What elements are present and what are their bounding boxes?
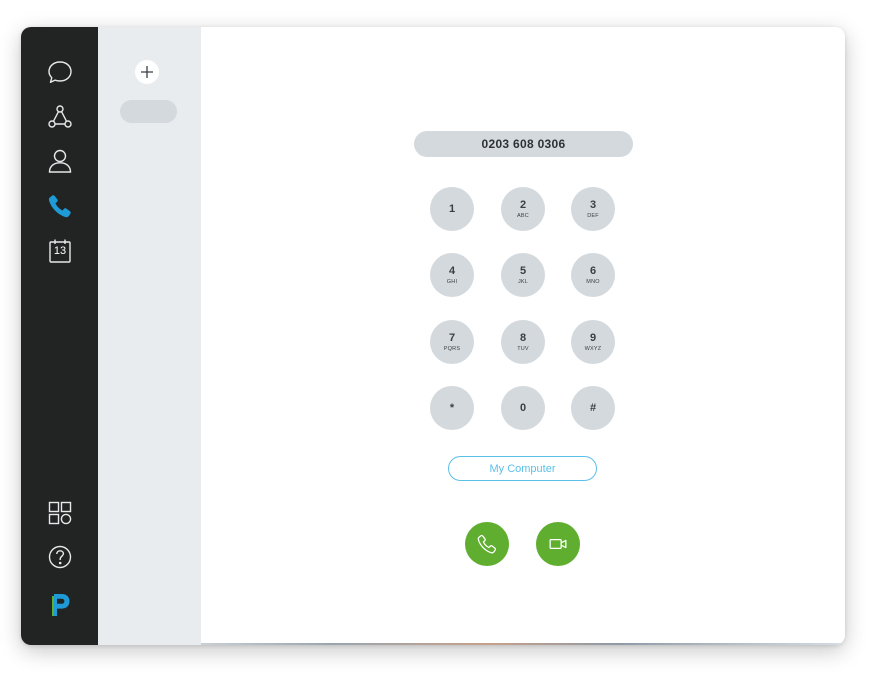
device-select-button[interactable]: My Computer (448, 456, 597, 481)
key-digit: 6 (589, 264, 597, 277)
nav-apps-button[interactable] (44, 497, 76, 529)
dial-key-5[interactable]: 5 JKL (501, 253, 545, 297)
dial-key-6[interactable]: 6 MNO (571, 253, 615, 297)
question-mark-icon (48, 545, 72, 569)
side-panel (98, 27, 201, 645)
nav-contacts-button[interactable] (44, 145, 76, 177)
plus-icon (141, 66, 153, 78)
phone-handset-icon (48, 195, 71, 218)
app-window: 13 0203 608 0306 1 2 ABC 3 DEF 4 GHI 5 J… (21, 27, 845, 645)
key-letters: ABC (517, 212, 529, 219)
panel-placeholder-item[interactable] (120, 100, 177, 123)
p-logo-icon (52, 594, 70, 616)
dial-key-9[interactable]: 9 WXYZ (571, 320, 615, 364)
apps-grid-icon (48, 501, 72, 525)
nav-chat-button[interactable] (44, 56, 76, 88)
nav-rail: 13 (21, 27, 98, 645)
dial-key-2[interactable]: 2 ABC (501, 187, 545, 231)
dial-key-7[interactable]: 7 PQRS (430, 320, 474, 364)
speech-bubble-icon (48, 61, 72, 83)
dial-key-4[interactable]: 4 GHI (430, 253, 474, 297)
key-letters: WXYZ (584, 345, 602, 352)
key-digit: 3 (589, 198, 597, 211)
voice-call-button[interactable] (465, 522, 509, 566)
key-digit: 0 (519, 402, 527, 414)
key-letters: DEF (587, 212, 599, 219)
dialer-area: 0203 608 0306 1 2 ABC 3 DEF 4 GHI 5 JKL … (201, 27, 845, 645)
key-letters: JKL (517, 278, 529, 285)
dial-key-3[interactable]: 3 DEF (571, 187, 615, 231)
phone-handset-icon (477, 534, 497, 554)
calendar-day: 13 (53, 245, 67, 257)
dial-key-0[interactable]: 0 (501, 386, 545, 430)
network-triangle-icon (48, 105, 72, 128)
p-logo-button[interactable] (44, 589, 76, 621)
key-digit: 7 (448, 331, 456, 344)
nav-calendar-button[interactable]: 13 (44, 235, 76, 267)
dial-key-star[interactable]: * (430, 386, 474, 430)
key-digit: 4 (448, 264, 456, 277)
key-digit: 9 (589, 331, 597, 344)
dial-key-hash[interactable]: # (571, 386, 615, 430)
dial-key-1[interactable]: 1 (430, 187, 474, 231)
nav-teams-button[interactable] (44, 101, 76, 133)
key-letters: TUV (517, 345, 529, 352)
key-digit: * (449, 402, 455, 414)
nav-help-button[interactable] (44, 541, 76, 573)
person-icon (48, 149, 72, 173)
video-camera-icon (549, 539, 567, 549)
dialed-number-field[interactable]: 0203 608 0306 (414, 131, 633, 157)
key-digit: 5 (519, 264, 527, 277)
nav-phone-button[interactable] (44, 190, 76, 222)
add-button[interactable] (135, 60, 159, 84)
key-digit: # (589, 402, 597, 414)
bottom-edge-strip (201, 643, 845, 645)
key-digit: 2 (519, 198, 527, 211)
key-letters: PQRS (443, 345, 461, 352)
dial-key-8[interactable]: 8 TUV (501, 320, 545, 364)
key-digit: 8 (519, 331, 527, 344)
key-letters: MNO (586, 278, 600, 285)
video-call-button[interactable] (536, 522, 580, 566)
key-digit: 1 (448, 203, 456, 215)
key-letters: GHI (446, 278, 458, 285)
